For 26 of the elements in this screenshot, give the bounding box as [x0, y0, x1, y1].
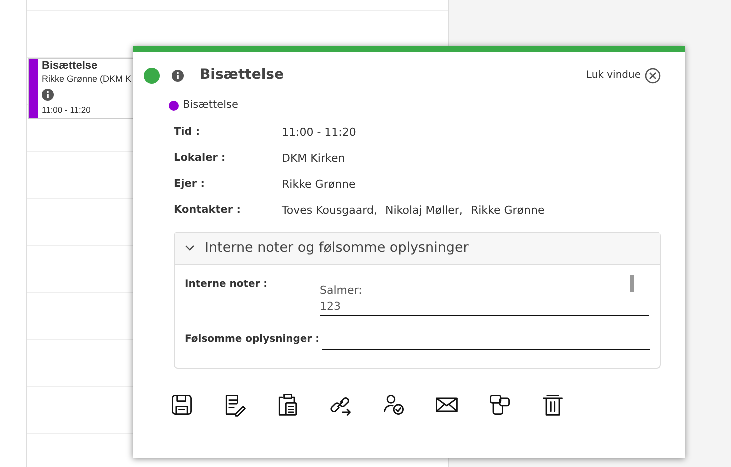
contact-name: Rikke Grønne [470, 202, 545, 218]
field-value: 11:00 - 11:20 [282, 124, 356, 140]
field-value: Rikke Grønne [282, 176, 356, 192]
event-time: 11:00 - 11:20 [42, 105, 92, 116]
category-label: Bisættelse [183, 98, 238, 113]
event-subtitle: Rikke Grønne (DKM K [42, 73, 132, 85]
field-label: Følsomme oplysninger : [185, 332, 321, 347]
field-label: Lokaler : [174, 150, 227, 166]
status-dot [144, 68, 160, 84]
info-icon [42, 89, 54, 101]
field-value: DKM Kirken [282, 150, 346, 166]
field-label: Interne noter : [185, 278, 269, 292]
contact-name: Toves Kousgaard, [282, 202, 378, 218]
calendar-event[interactable]: Bisættelse Rikke Grønne (DKM K 11:00 - 11:20 [28, 58, 134, 119]
info-icon [172, 70, 184, 82]
field-label: Kontakter : [174, 202, 242, 218]
event-title: Bisættelse [42, 59, 99, 73]
accordion-header[interactable]: Interne noter og følsomme oplysninger [175, 232, 660, 265]
contact-name: Nikolaj Møller, [385, 202, 463, 218]
field-label: Tid : [174, 124, 202, 140]
close-icon [645, 68, 661, 84]
field-label: Ejer : [174, 176, 206, 192]
close-button[interactable]: Luk vindue [586, 68, 661, 84]
scrollbar-thumb[interactable] [630, 274, 634, 292]
popup-title: Bisættelse [200, 66, 284, 85]
chevron-icon [185, 244, 195, 252]
